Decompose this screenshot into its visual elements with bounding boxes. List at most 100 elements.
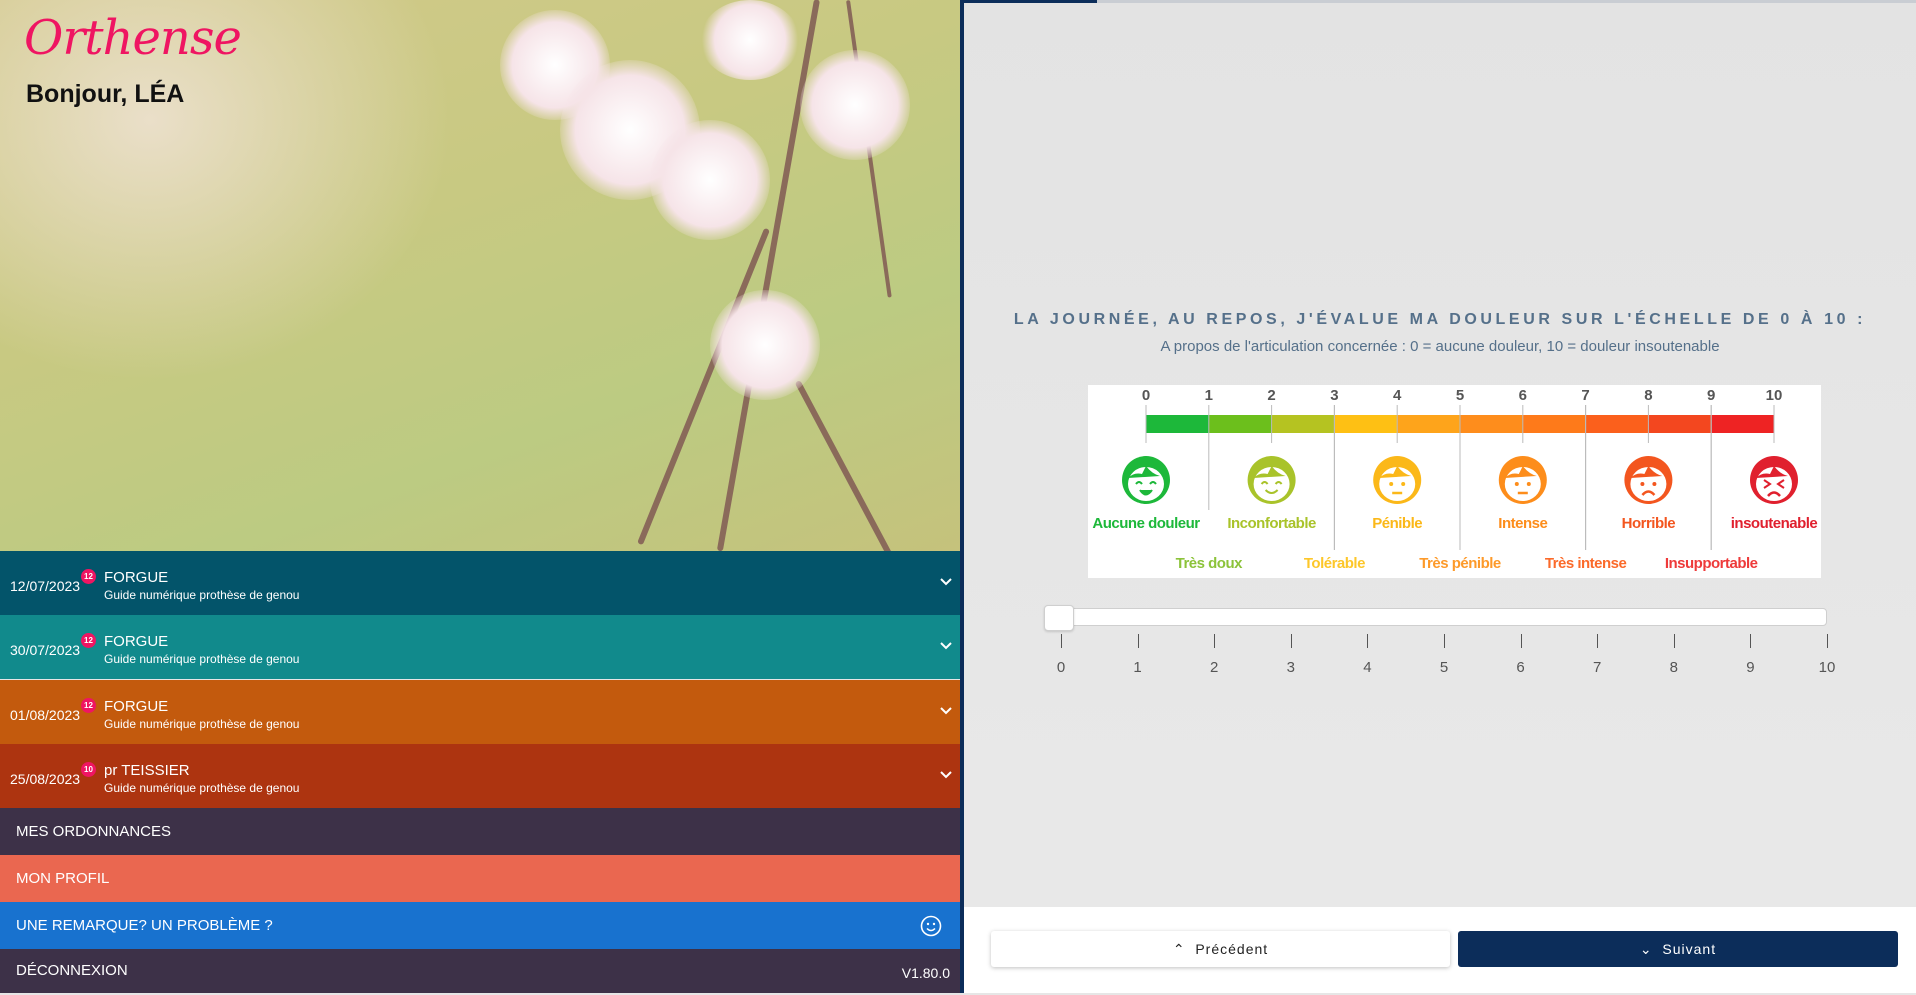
appointment-row[interactable]: 25/08/2023 10 pr TEISSIER Guide numériqu… <box>0 743 960 808</box>
slider-tick <box>1597 634 1599 648</box>
doctor-name: pr TEISSIER <box>104 761 190 779</box>
slider-tick-label: 5 <box>1439 659 1449 676</box>
between-label: Très doux <box>1175 555 1243 572</box>
pain-face-icon <box>1122 456 1170 504</box>
face-label: insoutenable <box>1730 515 1818 532</box>
guide-subtitle: Guide numérique prothèse de genou <box>104 780 300 795</box>
slider-tick-label: 10 <box>1818 659 1836 676</box>
greeting: Bonjour, LÉA <box>26 80 185 108</box>
slider-tick <box>1673 634 1675 648</box>
slider-tick-label: 1 <box>1133 659 1142 676</box>
face-label: Intense <box>1498 515 1548 532</box>
slider-tick <box>1137 634 1139 648</box>
nav-deconnexion[interactable]: DÉCONNEXION V1.80.0 <box>0 949 960 993</box>
previous-label: Précédent <box>1195 941 1269 957</box>
between-label: Tolérable <box>1303 555 1366 572</box>
slider-tick <box>1750 634 1752 648</box>
chevron-down-icon[interactable] <box>940 573 952 589</box>
smiley-icon <box>920 915 942 937</box>
nav-mes-ordonnances[interactable]: MES ORDONNANCES <box>0 808 960 855</box>
scale-number: 2 <box>1267 387 1276 404</box>
guide-subtitle: Guide numérique prothèse de genou <box>104 716 300 731</box>
chevron-down-icon[interactable] <box>940 702 952 718</box>
notification-badge: 12 <box>81 633 96 649</box>
pain-face-icon <box>1498 456 1547 504</box>
slider-tick <box>1520 634 1522 648</box>
nav-label: DÉCONNEXION <box>16 962 128 979</box>
next-button[interactable]: ⌄ Suivant <box>1458 931 1898 967</box>
next-label: Suivant <box>1662 941 1717 957</box>
scale-segment <box>1711 415 1775 433</box>
scale-segment <box>1146 415 1210 433</box>
scale-number: 9 <box>1707 387 1716 404</box>
guide-subtitle: Guide numérique prothèse de genou <box>104 652 300 667</box>
scale-segment <box>1208 415 1273 433</box>
scale-segment <box>1271 415 1335 433</box>
pain-scale-image: 0 1 2 3 4 5 6 7 8 9 10 Aucune douleur Inconfortable P… <box>1088 385 1821 578</box>
chevron-down-icon: ⌄ <box>1639 941 1653 957</box>
slider-tick <box>1061 634 1062 648</box>
scale-number: 6 <box>1518 387 1527 404</box>
slider-tick-label: 4 <box>1363 659 1372 676</box>
appointment-row[interactable]: 30/07/2023 12 FORGUE Guide numérique pro… <box>0 615 960 680</box>
pain-slider[interactable] <box>1044 605 1827 631</box>
slider-tick-label: 3 <box>1286 659 1295 676</box>
scale-segment <box>1334 415 1398 433</box>
nav-label: UNE REMARQUE? UN PROBLÈME ? <box>16 917 273 934</box>
question-title: LA JOURNÉE, AU REPOS, J'ÉVALUE MA DOULEU… <box>1013 311 1867 328</box>
pain-face-icon <box>1624 456 1673 504</box>
appointment-date: 30/07/2023 <box>10 642 81 659</box>
face-label: Pénible <box>1372 515 1423 532</box>
scale-segment <box>1460 415 1524 433</box>
doctor-name: FORGUE <box>104 569 169 586</box>
slider-tick-label: 0 <box>1056 659 1066 676</box>
scale-segment <box>1522 415 1587 433</box>
slider-tick-label: 6 <box>1516 659 1525 676</box>
nav-label: MON PROFIL <box>16 870 110 887</box>
scale-number: 1 <box>1204 387 1213 404</box>
scale-number: 3 <box>1330 387 1339 404</box>
question-subtitle: A propos de l'articulation concernée : 0… <box>1160 338 1720 355</box>
hero-image: Orthense Bonjour, LÉA <box>0 0 960 551</box>
appointment-row[interactable]: 12/07/2023 12 FORGUE Guide numérique pro… <box>0 551 960 615</box>
chevron-down-icon[interactable] <box>940 637 952 653</box>
pain-face-icon <box>1247 456 1296 504</box>
slider-tick <box>1367 634 1369 648</box>
previous-button[interactable]: ⌃ Précédent <box>991 931 1450 967</box>
guide-subtitle: Guide numérique prothèse de genou <box>104 588 300 602</box>
chevron-down-icon[interactable] <box>940 766 952 782</box>
scale-segment <box>1648 415 1712 433</box>
notification-badge: 10 <box>81 761 96 777</box>
scale-segment <box>1585 415 1649 433</box>
sidebar: Orthense Bonjour, LÉA 12/07/2023 12 FORG… <box>0 0 960 993</box>
scale-segment <box>1397 415 1461 433</box>
chevron-up-icon: ⌃ <box>1172 941 1186 957</box>
slider-tick <box>1290 634 1292 648</box>
notification-badge: 12 <box>81 569 96 584</box>
between-label: Insupportable <box>1664 555 1758 572</box>
appointment-date: 01/08/2023 <box>10 706 81 723</box>
between-label: Très intense <box>1544 555 1627 572</box>
scale-number: 4 <box>1393 387 1402 404</box>
face-label: Horrible <box>1621 515 1676 532</box>
footer: ⌃ Précédent ⌄ Suivant <box>964 907 1916 993</box>
version: V1.80.0 <box>901 965 950 981</box>
nav-remarque[interactable]: UNE REMARQUE? UN PROBLÈME ? <box>0 902 960 949</box>
slider-tick <box>1827 634 1828 648</box>
doctor-name: FORGUE <box>104 633 169 651</box>
progress-bar <box>964 0 1916 3</box>
slider-tick-label: 7 <box>1593 659 1602 676</box>
appointment-row[interactable]: 01/08/2023 12 FORGUE Guide numérique pro… <box>0 679 960 744</box>
nav-mon-profil[interactable]: MON PROFIL <box>0 855 960 902</box>
slider-tick-label: 2 <box>1210 659 1219 676</box>
face-label: Inconfortable <box>1227 515 1316 532</box>
scale-number: 7 <box>1581 387 1590 404</box>
orthense-logo: Orthense <box>24 10 242 66</box>
scale-number: 5 <box>1455 387 1465 404</box>
scale-number: 10 <box>1765 387 1783 404</box>
pain-face-icon <box>1373 456 1422 504</box>
appointment-date: 25/08/2023 <box>10 770 81 787</box>
slider-tick-label: 8 <box>1669 659 1678 676</box>
slider-thumb[interactable] <box>1044 605 1074 631</box>
progress-fill <box>964 0 1098 3</box>
